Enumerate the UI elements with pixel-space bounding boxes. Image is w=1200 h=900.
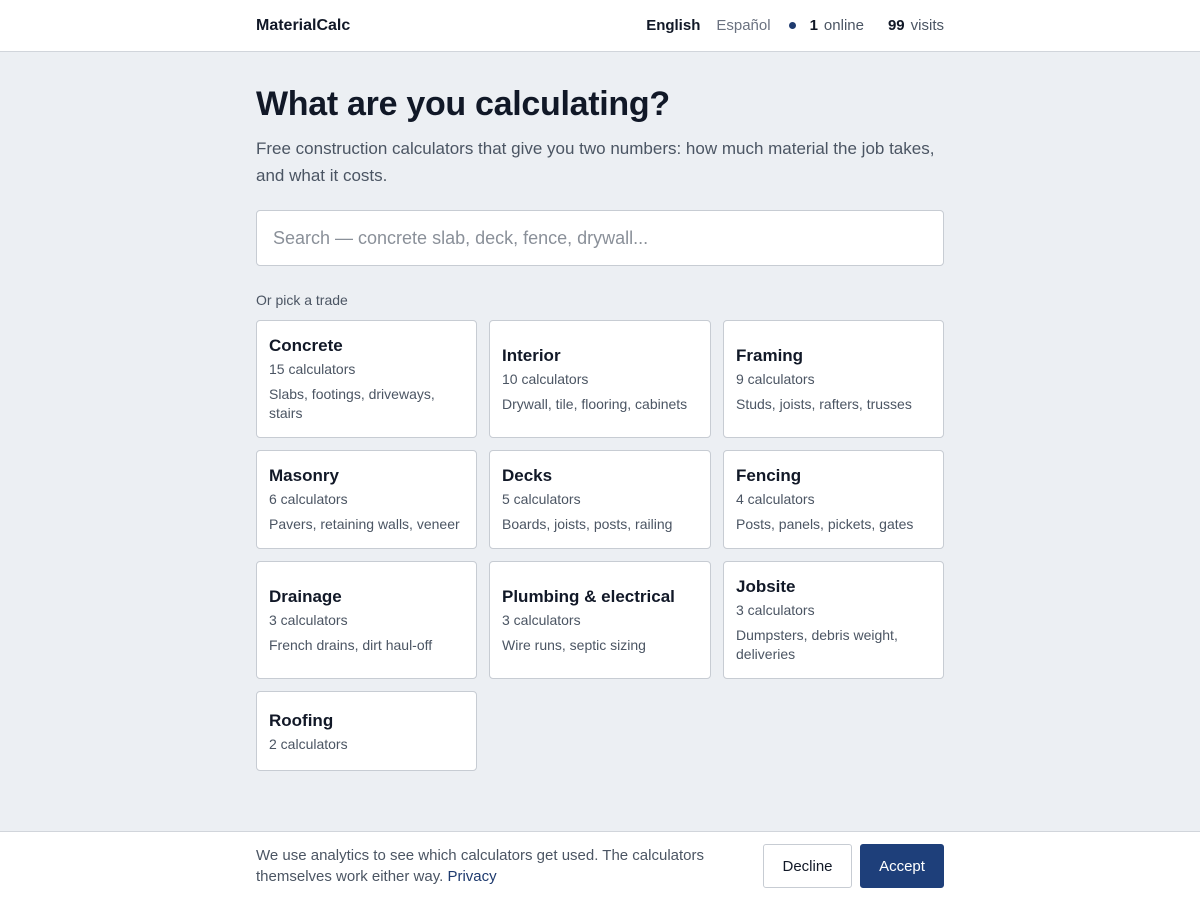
trade-card-count: 15 calculators [269, 361, 356, 377]
trade-grid: Concrete 15 calculators Slabs, footings,… [256, 320, 944, 771]
top-bar: MaterialCalc English Español 1 online 99… [0, 0, 1200, 52]
trade-card-desc: Dumpsters, debris weight, deliveries [736, 627, 898, 662]
trade-card-title: Framing [736, 345, 804, 365]
language-english-link[interactable]: English [646, 17, 700, 34]
trade-card-roofing[interactable]: Roofing 2 calculators [256, 691, 477, 771]
decline-button[interactable]: Decline [763, 844, 852, 888]
section-label-trades: Or pick a trade [256, 292, 348, 308]
trade-card-decks[interactable]: Decks 5 calculators Boards, joists, post… [489, 450, 711, 549]
cookie-text: We use analytics to see which calculator… [256, 845, 726, 887]
trade-card-desc: Wire runs, septic sizing [502, 636, 646, 653]
trade-card-desc: Boards, joists, posts, railing [502, 516, 673, 532]
accept-button[interactable]: Accept [860, 844, 944, 888]
privacy-link[interactable]: Privacy [447, 868, 496, 885]
trade-card-title: Decks [502, 466, 553, 485]
trade-card-count: 3 calculators [502, 611, 581, 628]
search-input[interactable] [256, 210, 944, 266]
trade-card-count: 10 calculators [502, 370, 589, 387]
trade-card-title: Interior [502, 345, 561, 365]
trade-card-count: 4 calculators [736, 491, 815, 507]
visits-counter: 99 visits [888, 17, 944, 34]
trade-card-count: 6 calculators [269, 491, 348, 507]
trade-card-title: Masonry [269, 466, 339, 485]
trade-card-count: 2 calculators [269, 735, 348, 752]
visits-label: visits [910, 17, 944, 34]
trade-card-jobsite[interactable]: Jobsite 3 calculators Dumpsters, debris … [723, 561, 944, 679]
language-spanish-link[interactable]: Español [716, 17, 770, 34]
visits-count: 99 [887, 17, 905, 34]
page-subtitle: Free construction calculators that give … [256, 139, 935, 185]
trade-card-title: Concrete [269, 336, 343, 355]
trade-card-count: 3 calculators [736, 602, 815, 618]
trade-card-title: Jobsite [736, 577, 796, 596]
brand-logo[interactable]: MaterialCalc [256, 17, 350, 35]
trade-card-desc: Posts, panels, pickets, gates [736, 516, 914, 532]
trade-card-plumbing-electrical[interactable]: Plumbing & electrical 3 calculators Wire… [489, 561, 711, 679]
trade-card-masonry[interactable]: Masonry 6 calculators Pavers, retaining … [256, 450, 477, 549]
trade-card-count: 5 calculators [502, 491, 581, 507]
trade-card-count: 9 calculators [736, 370, 815, 387]
trade-card-framing[interactable]: Framing 9 calculators Studs, joists, raf… [723, 320, 944, 438]
trade-card-desc: Studs, joists, rafters, trusses [736, 395, 912, 412]
trade-card-concrete[interactable]: Concrete 15 calculators Slabs, footings,… [256, 320, 477, 438]
online-count: 1 [809, 17, 818, 34]
trade-card-title: Drainage [269, 586, 342, 606]
trade-card-desc: French drains, dirt haul-off [269, 636, 433, 653]
trade-card-count: 3 calculators [269, 611, 348, 628]
page-title: What are you calculating? [256, 85, 670, 123]
trade-card-title: Fencing [736, 466, 802, 485]
online-label: online [823, 17, 864, 34]
online-status-dot-icon [788, 22, 796, 29]
trade-card-desc: Slabs, footings, driveways, stairs [269, 386, 435, 421]
main-content: What are you calculating? Free construct… [256, 52, 944, 771]
trade-card-desc: Pavers, retaining walls, veneer [269, 516, 460, 532]
cookie-banner: We use analytics to see which calculator… [0, 831, 1200, 900]
cookie-banner-inner: We use analytics to see which calculator… [256, 832, 944, 900]
top-bar-inner: MaterialCalc English Español 1 online 99… [256, 0, 944, 51]
trade-card-desc: Drywall, tile, flooring, cabinets [502, 395, 688, 412]
trade-card-drainage[interactable]: Drainage 3 calculators French drains, di… [256, 561, 477, 679]
top-nav: English Español 1 online 99 visits [646, 17, 944, 34]
trade-card-interior[interactable]: Interior 10 calculators Drywall, tile, f… [489, 320, 711, 438]
trade-card-title: Roofing [269, 710, 334, 730]
trade-card-fencing[interactable]: Fencing 4 calculators Posts, panels, pic… [723, 450, 944, 549]
trade-card-title: Plumbing & electrical [502, 586, 675, 606]
cookie-buttons: Decline Accept [763, 844, 944, 888]
